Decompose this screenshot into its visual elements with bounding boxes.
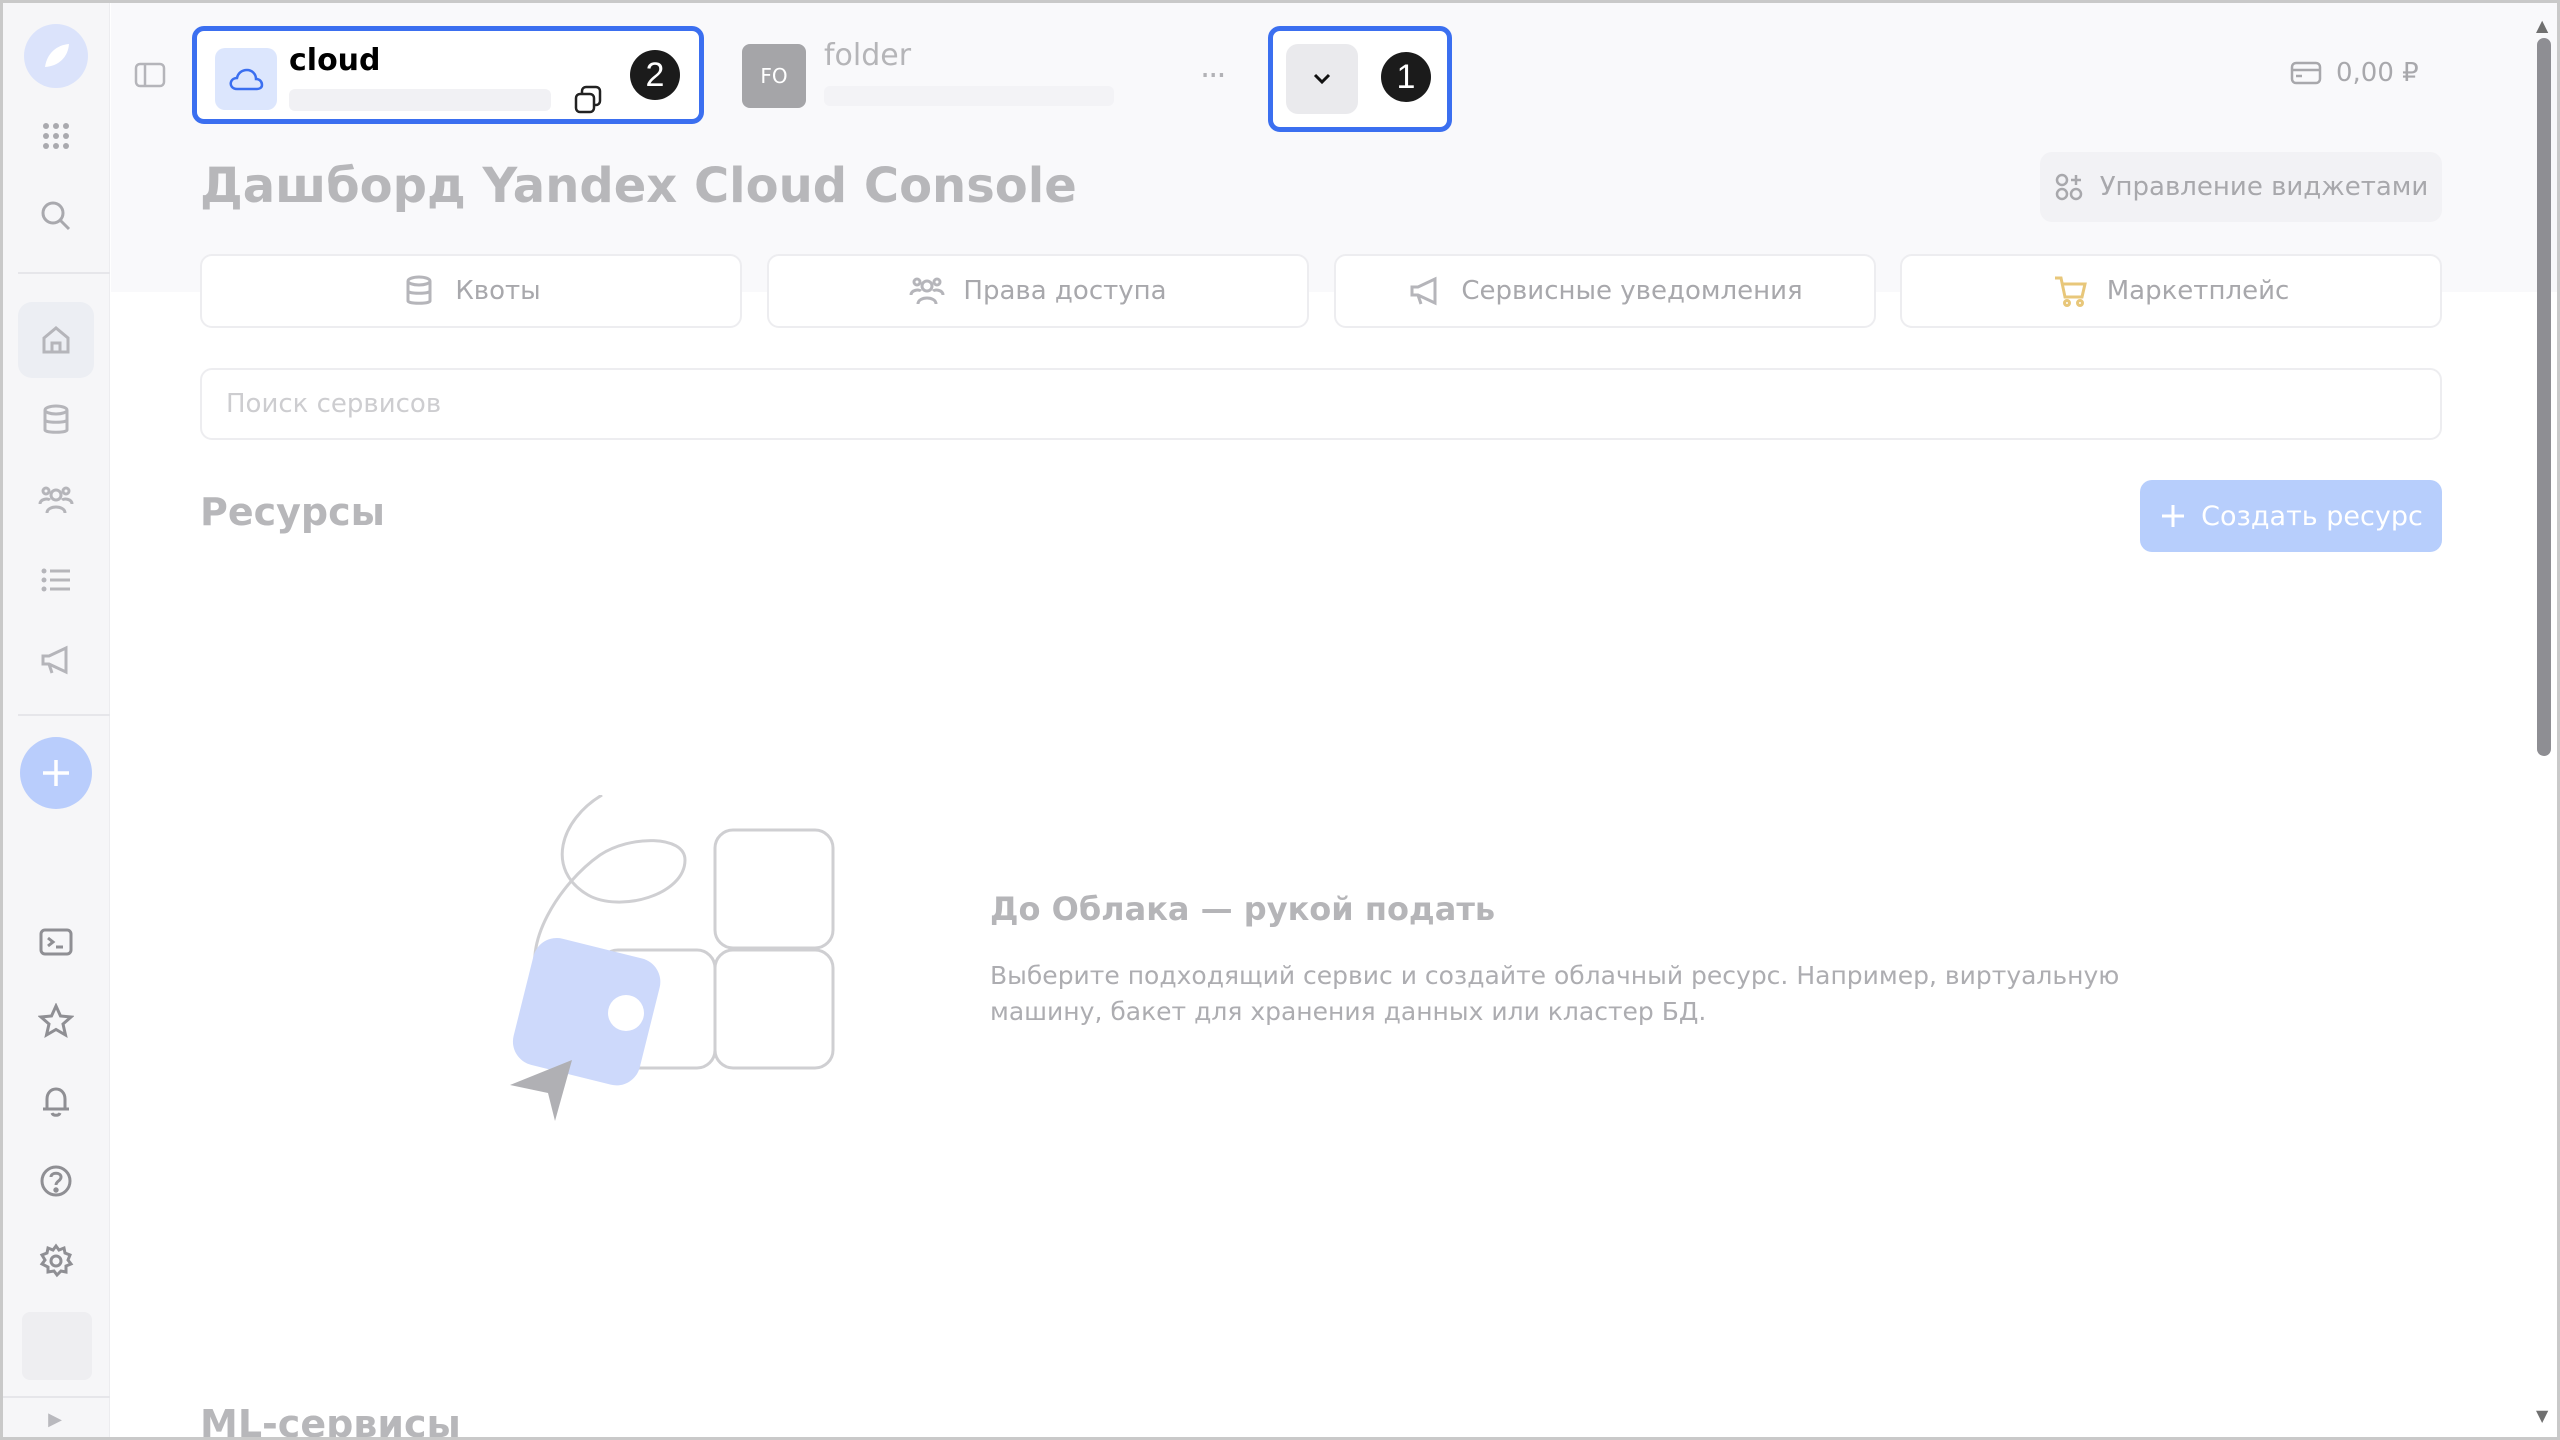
expand-icon: ▶: [48, 1408, 62, 1430]
page-title: Дашборд Yandex Cloud Console: [200, 158, 1077, 214]
more-icon[interactable]: ···: [1200, 56, 1226, 94]
home-icon[interactable]: [18, 302, 94, 378]
tab-marketplace-label: Маркетплейс: [2106, 276, 2290, 306]
ml-services-title: ML-сервисы: [200, 1402, 461, 1440]
rail-divider: [18, 714, 110, 716]
empty-state-description: Выберите подходящий сервис и создайте об…: [990, 961, 2120, 1026]
terminal-icon[interactable]: [18, 904, 94, 980]
create-resource-label: Создать ресурс: [2201, 500, 2423, 532]
avatar[interactable]: [22, 1312, 92, 1380]
cloud-name: cloud: [289, 43, 381, 78]
scroll-up-arrow[interactable]: ▲: [2536, 16, 2548, 35]
scrollbar-thumb[interactable]: [2537, 38, 2551, 756]
cloud-id: [289, 89, 551, 111]
sidebar-toggle-icon[interactable]: [134, 62, 166, 88]
breadcrumb-cloud[interactable]: cloud 2: [192, 26, 704, 124]
plus-icon: [2162, 505, 2185, 527]
list-icon[interactable]: [18, 542, 94, 618]
manage-widgets-button[interactable]: Управление виджетами: [2040, 152, 2442, 222]
wallet-icon: [2290, 61, 2322, 85]
logo-icon[interactable]: [24, 24, 88, 88]
database-icon[interactable]: [18, 382, 94, 458]
users-icon[interactable]: [18, 462, 94, 538]
create-plus-icon[interactable]: [20, 737, 92, 809]
search-input[interactable]: [200, 368, 2442, 440]
folder-id: [824, 86, 1114, 106]
empty-state-illustration: [510, 795, 835, 1121]
balance-amount: 0,00 ₽: [2336, 58, 2419, 88]
search-icon[interactable]: [18, 178, 94, 254]
cart-icon: [2054, 276, 2087, 307]
widgets-icon: [2055, 173, 2082, 201]
tab-quotas-label: Квоты: [455, 276, 541, 306]
empty-state-title: До Облака — рукой подать: [990, 890, 1496, 928]
database-icon: [406, 275, 432, 305]
annotation-badge-2: 2: [630, 50, 680, 100]
gear-icon[interactable]: [18, 1223, 94, 1299]
left-navigation-rail: ▶: [0, 0, 110, 1440]
cloud-icon: [215, 48, 277, 110]
scroll-down-arrow[interactable]: ▼: [2536, 1406, 2548, 1425]
copy-icon[interactable]: [572, 83, 604, 115]
breadcrumb-folder[interactable]: folder: [824, 38, 911, 73]
megaphone-icon[interactable]: [18, 622, 94, 698]
breadcrumb-dropdown[interactable]: 1: [1268, 26, 1452, 132]
chevron-down-icon[interactable]: [1286, 44, 1358, 114]
tab-quotas[interactable]: Квоты: [200, 254, 742, 328]
create-resource-button[interactable]: Создать ресурс: [2140, 480, 2442, 552]
grid-icon[interactable]: [18, 98, 94, 174]
tab-marketplace[interactable]: Маркетплейс: [1900, 254, 2442, 328]
tab-access-rights-label: Права доступа: [963, 276, 1167, 306]
expand-rail-button[interactable]: ▶: [0, 1396, 110, 1440]
manage-widgets-label: Управление виджетами: [2099, 172, 2429, 202]
tab-service-notifications[interactable]: Сервисные уведомления: [1334, 254, 1876, 328]
help-icon[interactable]: [18, 1143, 94, 1219]
annotation-badge-1: 1: [1381, 52, 1431, 102]
star-icon[interactable]: [18, 983, 94, 1059]
folder-avatar[interactable]: FO: [742, 44, 806, 108]
bell-icon[interactable]: [18, 1063, 94, 1139]
rail-divider: [18, 272, 110, 274]
tab-access-rights[interactable]: Права доступа: [767, 254, 1309, 328]
users-icon: [909, 277, 945, 305]
tab-service-notifications-label: Сервисные уведомления: [1461, 276, 1803, 306]
megaphone-icon: [1410, 276, 1437, 306]
billing-balance[interactable]: 0,00 ₽: [2290, 58, 2419, 88]
resources-title: Ресурсы: [200, 490, 386, 534]
